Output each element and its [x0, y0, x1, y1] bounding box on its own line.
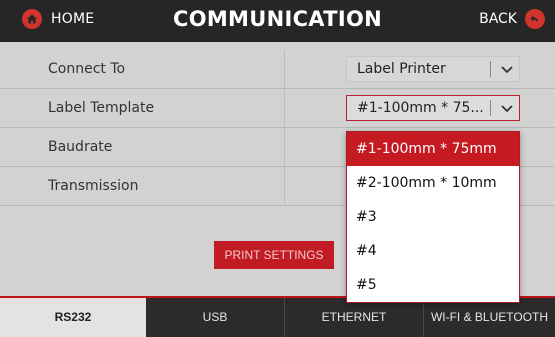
back-arrow-icon [525, 9, 545, 29]
dropdown-option[interactable]: #3 [347, 200, 519, 234]
setting-row-connect-to: Connect To Label Printer [0, 50, 555, 89]
dropdown-option[interactable]: #5 [347, 268, 519, 302]
setting-row-label-template: Label Template #1-100mm * 75... [0, 89, 555, 128]
back-label: BACK [479, 11, 517, 27]
tab-ethernet[interactable]: ETHERNET [285, 298, 423, 337]
select-separator [490, 100, 491, 116]
page-title: COMMUNICATION [173, 7, 382, 31]
setting-label: Baudrate [48, 139, 113, 155]
connect-to-select[interactable]: Label Printer [346, 56, 520, 82]
dropdown-option[interactable]: #4 [347, 234, 519, 268]
label-template-dropdown: #1-100mm * 75mm #2-100mm * 10mm #3 #4 #5 [346, 131, 520, 303]
select-value: Label Printer [357, 61, 446, 77]
setting-label: Transmission [48, 178, 139, 194]
column-divider [284, 167, 285, 205]
setting-label: Label Template [48, 100, 155, 116]
communication-screen: HOME COMMUNICATION BACK Connect To Label… [0, 0, 555, 337]
column-divider [284, 50, 285, 88]
tab-wifi-bluetooth[interactable]: WI-FI & BLUETOOTH [424, 298, 555, 337]
column-divider [284, 128, 285, 166]
dropdown-option[interactable]: #2-100mm * 10mm [347, 166, 519, 200]
print-settings-button[interactable]: PRINT SETTINGS [214, 241, 334, 269]
dropdown-option[interactable]: #1-100mm * 75mm [347, 132, 519, 166]
column-divider [284, 89, 285, 127]
header-bar: HOME COMMUNICATION BACK [0, 0, 555, 42]
chevron-down-icon [501, 105, 513, 113]
select-separator [490, 61, 491, 77]
label-template-select[interactable]: #1-100mm * 75... [346, 95, 520, 121]
tab-usb[interactable]: USB [146, 298, 284, 337]
tab-rs232[interactable]: RS232 [0, 298, 146, 337]
chevron-down-icon [501, 66, 513, 74]
select-value: #1-100mm * 75... [357, 100, 484, 116]
back-button[interactable]: BACK [479, 9, 545, 29]
setting-label: Connect To [48, 61, 126, 77]
